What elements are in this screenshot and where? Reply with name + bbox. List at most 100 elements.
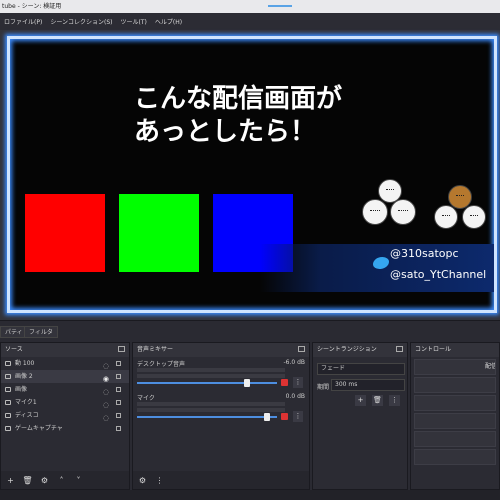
mixer-menu-button[interactable]: ⋮ [153,474,166,487]
mute-speaker-icon[interactable] [281,379,288,386]
volume-slider-handle[interactable] [244,379,251,387]
add-transition-button[interactable]: + [355,395,366,406]
source-item[interactable]: 画像 2 ◉ [1,370,129,383]
control-button[interactable] [414,431,496,447]
menu-scene-collection[interactable]: シーンコレクション(S) [46,17,116,26]
properties-strip: パティ フィルタ [0,320,500,342]
source-label: ディスコ [15,412,39,419]
lock-icon[interactable] [116,400,121,405]
menu-help[interactable]: ヘルプ(H) [151,17,186,26]
channel-menu-button[interactable]: ⋮ [293,377,303,388]
transition-menu-button[interactable]: ⋮ [389,395,400,406]
remove-transition-button[interactable]: 🗑 [372,395,383,406]
green-square [119,194,199,272]
transitions-title: シーントランジション [313,343,407,357]
sources-title-text: ソース [5,346,23,353]
mixer-channel-desktop: デスクトップ音声 -6.0 dB ⋮ [133,357,309,391]
volume-slider[interactable] [137,416,277,418]
move-up-button[interactable]: ˄ [55,474,68,487]
mascot-ball [362,199,388,225]
volume-slider-handle[interactable] [264,413,271,421]
mute-speaker-icon[interactable] [281,413,288,420]
start-streaming-button[interactable]: 配信 [414,359,496,375]
controls-dock: コントロール 配信 [410,342,500,490]
level-meter [137,374,285,378]
image-icon [5,387,11,392]
audio-icon [5,400,11,405]
level-meter [137,402,285,406]
youtube-handle: @sato_YtChannel [390,268,487,281]
source-item[interactable]: ディスコ ◌ [1,409,129,422]
lock-icon[interactable] [116,361,121,366]
menu-profile[interactable]: ロファイル(P) [0,17,46,26]
control-button[interactable] [414,377,496,393]
mixer-title: 音声ミキサー [133,343,309,357]
title-bar: tube - シーン: 検証用 [0,0,500,13]
scene-transitions-dock: シーントランジション フェード 期間 300 ms + 🗑 ⋮ [312,342,408,490]
controls-title: コントロール [411,343,499,357]
source-label: 画像 2 [15,373,33,380]
level-meter [137,368,285,372]
twitter-bird-icon [373,257,389,269]
status-bar [0,490,500,500]
filters-tab[interactable]: フィルタ [24,326,58,338]
mixer-channel-mic: マイク 0.0 dB ⋮ [133,391,309,425]
source-label: 動 100 [15,360,35,367]
image-icon [5,374,11,379]
lock-icon[interactable] [116,374,121,379]
undock-icon[interactable] [396,346,403,352]
undock-icon[interactable] [118,346,125,352]
menu-tools[interactable]: ツール(T) [117,17,151,26]
mascot-illustration [350,179,490,249]
add-source-button[interactable]: + [4,474,17,487]
source-item[interactable]: マイク1 ◌ [1,396,129,409]
title-accent [268,5,292,7]
channel-menu-button[interactable]: ⋮ [293,411,303,422]
stream-canvas[interactable]: こんな配信画面が あっとしたら！ @310satopc @sato_YtChan… [7,36,497,313]
level-meter [137,408,285,412]
obs-window: tube - シーン: 検証用 ロファイル(P) シーンコレクション(S) ツー… [0,0,500,500]
source-settings-button[interactable]: ⚙ [38,474,51,487]
mixer-settings-button[interactable]: ⚙ [136,474,149,487]
mascot-ball [462,205,486,229]
mascot-ball [390,199,416,225]
controls-title-text: コントロール [415,346,452,353]
audio-mixer-dock: 音声ミキサー デスクトップ音声 -6.0 dB ⋮ マイク 0.0 dB ⋮ ⚙… [132,342,310,490]
duration-label: 期間 [317,384,330,391]
twitter-handle: @310satopc [390,247,459,260]
source-label: 画像 [15,386,28,393]
audio-icon [5,413,11,418]
source-label: ゲームキャプチャ [15,425,63,432]
channel-name: デスクトップ音声 [137,361,186,368]
duration-input[interactable]: 300 ms [331,379,405,391]
headline-line-2: あっとしたら！ [134,117,317,147]
lock-icon[interactable] [116,413,121,418]
lock-icon[interactable] [116,387,121,392]
sources-dock: ソース 動 100 ◌ 画像 2 ◉ 画像 ◌ マイク1 ◌ ディスコ ◌ ゲー… [0,342,130,490]
volume-slider[interactable] [137,382,277,384]
control-button[interactable] [414,395,496,411]
control-button[interactable] [414,449,496,465]
mixer-toolbar: ⚙ ⋮ [133,471,309,489]
lock-icon[interactable] [116,426,121,431]
source-label: マイク1 [15,399,37,406]
source-item[interactable]: ゲームキャプチャ [1,422,129,435]
move-down-button[interactable]: ˅ [72,474,85,487]
headline-line-1: こんな配信画面が [134,84,343,114]
source-item[interactable]: 動 100 ◌ [1,357,129,370]
source-type-icon [5,361,11,366]
sources-title: ソース [1,343,129,357]
mixer-title-text: 音声ミキサー [137,346,174,353]
sources-toolbar: + 🗑 ⚙ ˄ ˅ [1,471,129,489]
preview-area[interactable]: こんな配信画面が あっとしたら！ @310satopc @sato_YtChan… [0,30,500,320]
undock-icon[interactable] [298,346,305,352]
remove-source-button[interactable]: 🗑 [21,474,34,487]
game-capture-icon [5,426,11,431]
mascot-ball [434,205,458,229]
transition-type-select[interactable]: フェード [317,363,405,375]
channel-db: 0.0 dB [285,393,305,400]
control-button[interactable] [414,413,496,429]
window-title: tube - シーン: 検証用 [2,3,62,10]
channel-db: -6.0 dB [283,359,305,366]
source-item[interactable]: 画像 ◌ [1,383,129,396]
